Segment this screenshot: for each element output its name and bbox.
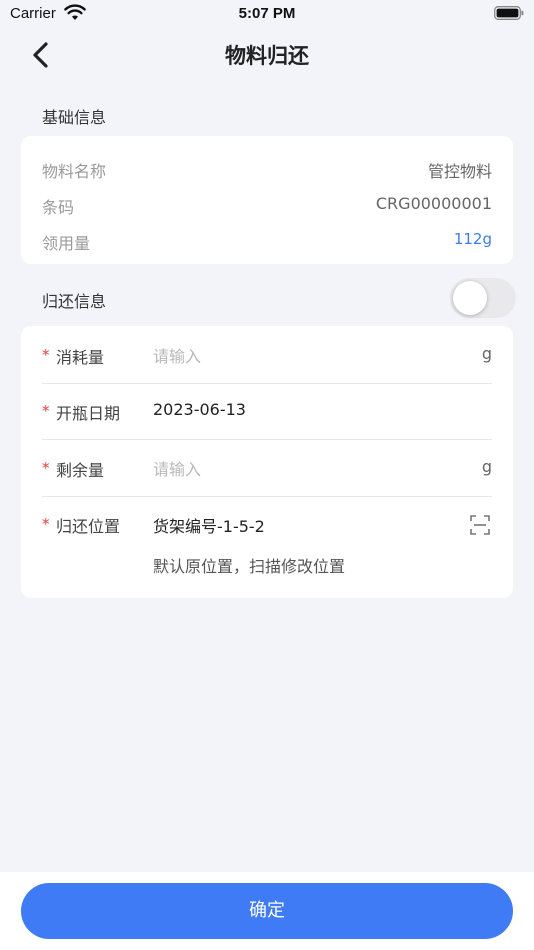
consumption-label: 消耗量 xyxy=(56,348,105,367)
usage-amount-value: 112g xyxy=(453,230,492,248)
barcode-row: 条码 CRG00000001 xyxy=(42,194,492,218)
required-mark: * xyxy=(42,346,50,364)
scan-icon[interactable] xyxy=(470,515,490,535)
return-info-card: * 消耗量 g * 开瓶日期 2023-06-13 * 剩余量 g * 归还位置… xyxy=(21,326,513,598)
return-info-toggle[interactable] xyxy=(450,278,516,318)
location-value: 货架编号-1-5-2 xyxy=(153,517,265,536)
usage-amount-label: 领用量 xyxy=(42,234,91,253)
remaining-unit: g xyxy=(481,457,492,476)
remaining-row: * 剩余量 g xyxy=(42,457,492,481)
return-info-title: 归还信息 xyxy=(42,292,107,311)
barcode-label: 条码 xyxy=(42,198,75,217)
remaining-input[interactable] xyxy=(153,457,453,481)
location-row: * 归还位置 货架编号-1-5-2 默认原位置，扫描修改位置 xyxy=(42,513,492,577)
toggle-knob xyxy=(453,281,487,315)
required-mark: * xyxy=(42,402,50,420)
material-name-value: 管控物料 xyxy=(427,162,492,181)
consumption-unit: g xyxy=(481,344,492,363)
barcode-value: CRG00000001 xyxy=(375,194,492,213)
divider xyxy=(42,496,492,497)
required-mark: * xyxy=(42,515,50,533)
nav-bar: 物料归还 xyxy=(0,28,534,80)
required-mark: * xyxy=(42,459,50,477)
location-hint: 默认原位置，扫描修改位置 xyxy=(153,557,346,576)
remaining-label: 剩余量 xyxy=(56,461,105,480)
material-name-label: 物料名称 xyxy=(42,162,107,181)
material-name-row: 物料名称 管控物料 xyxy=(42,158,492,182)
divider xyxy=(42,383,492,384)
basic-info-card: 物料名称 管控物料 条码 CRG00000001 领用量 112g xyxy=(21,136,513,264)
consumption-input[interactable] xyxy=(153,344,453,368)
open-date-label: 开瓶日期 xyxy=(56,404,121,423)
basic-info-title: 基础信息 xyxy=(42,108,107,127)
open-date-value[interactable]: 2023-06-13 xyxy=(153,400,246,419)
clock: 5:07 PM xyxy=(238,5,296,22)
open-date-row[interactable]: * 开瓶日期 2023-06-13 xyxy=(42,400,492,424)
location-label: 归还位置 xyxy=(56,517,121,536)
status-bar: Carrier 5:07 PM xyxy=(0,0,534,28)
confirm-button[interactable]: 确定 xyxy=(21,883,513,939)
battery-icon xyxy=(494,6,524,20)
page-title: 物料归还 xyxy=(225,44,309,68)
divider xyxy=(42,439,492,440)
usage-amount-row: 领用量 112g xyxy=(42,230,492,254)
consumption-row: * 消耗量 g xyxy=(42,344,492,368)
